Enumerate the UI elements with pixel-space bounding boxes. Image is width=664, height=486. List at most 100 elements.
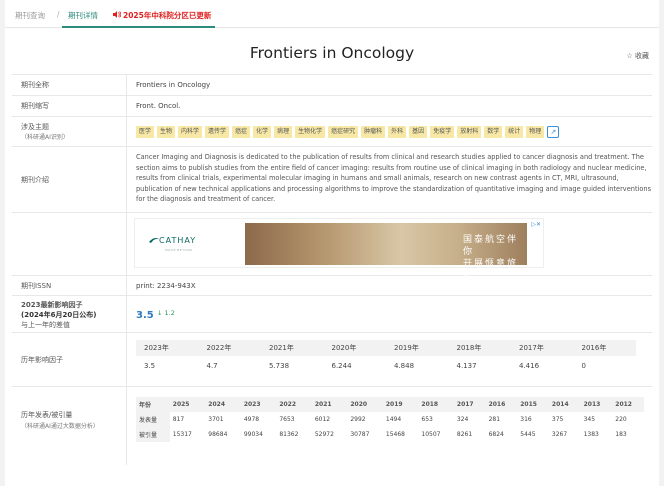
row-impact-factor: 2023最新影响因子 (2024年6月20日公布) 与上一年的差值 3.5 ↓ …: [12, 296, 652, 333]
pubs-header-cell: 2021: [311, 397, 348, 412]
topic-tag[interactable]: 遗传学: [205, 126, 230, 138]
published-cell: 6012: [314, 416, 331, 423]
published-cell: 4978: [243, 416, 260, 423]
pubs-header-cell: 2016: [485, 397, 518, 412]
published-cell: 653: [421, 416, 433, 423]
topic-tag[interactable]: 数学: [484, 126, 503, 138]
topic-tag[interactable]: 统计: [505, 126, 524, 138]
pubs-header-cell: 2015: [517, 397, 549, 412]
row-full-name: 期刊全称 Frontiers in Oncology: [12, 75, 652, 96]
published-cell: 1494: [385, 416, 402, 423]
ad-slogan: 国泰航空伴你 开展愜意旅程: [463, 235, 519, 281]
full-name-value: Frontiers in Oncology: [136, 81, 211, 89]
publications-table: 年份 2025 2024 2023 2022 2021 2020 2019 2018 2017 20…: [136, 397, 644, 442]
row-issn: 期刊ISSN print: 2234-943X: [12, 276, 652, 296]
cited-cell: 1383: [583, 431, 599, 438]
pubs-header-cell: 2014: [548, 397, 581, 412]
cited-cell: 99034: [243, 431, 263, 438]
collect-button[interactable]: ☆ 收藏: [626, 51, 649, 61]
notice-link[interactable]: 2025年中科院分区已更新: [113, 10, 211, 21]
topic-tag[interactable]: 放射科: [457, 126, 482, 138]
ad-image: 国泰航空伴你 开展愜意旅程: [245, 223, 527, 281]
pubs-header-cell: 2017: [453, 397, 486, 412]
history-if-label: 历年影响因子: [21, 356, 63, 364]
breadcrumb-tabs: 期刊查询 / 期刊详情 2025年中科院分区已更新: [5, 0, 659, 28]
published-cell: 7653: [279, 416, 295, 423]
cited-cell: 81362: [279, 431, 299, 438]
page: 期刊查询 / 期刊详情 2025年中科院分区已更新 Frontiers in O…: [5, 0, 659, 486]
impact-value: 3.5: [136, 310, 154, 321]
topic-tag[interactable]: 生物: [157, 126, 176, 138]
cited-cell: 15317: [172, 431, 192, 438]
published-cell: 220: [615, 416, 627, 423]
topic-tag[interactable]: 病理: [274, 126, 293, 138]
if-year-cell: 2020年: [323, 340, 386, 356]
history-if-table: 2023年 2022年 2021年 2020年 2019年 2018年 2017年 2016年…: [136, 340, 636, 376]
row-history-if: 历年影响因子 2023年 2022年 2021年 2020年 2019年 2018年 201…: [12, 333, 652, 387]
cited-cell: 15468: [385, 431, 405, 438]
pubs-header-cell: 2022: [276, 397, 312, 412]
cited-cell: 10507: [421, 431, 441, 438]
pubs-header-cell: 2020: [347, 397, 383, 412]
published-label: 发表量: [136, 412, 170, 427]
tab-journal-search[interactable]: 期刊查询: [15, 10, 45, 21]
if-value-cell: 4.416: [519, 362, 540, 370]
topic-tag[interactable]: 肿瘤科: [361, 126, 386, 138]
ad-banner[interactable]: CATHAY MOVE BEYOND 国泰航空伴你 开展愜意旅程 ▷✕: [134, 218, 544, 281]
topic-tag[interactable]: 内科学: [178, 126, 203, 138]
if-year-cell: 2022年: [198, 340, 261, 356]
topic-tag[interactable]: 物理: [526, 126, 545, 138]
topics-sublabel: （科研通AI识别）: [21, 134, 69, 141]
topic-tag[interactable]: 免疫学: [430, 126, 455, 138]
pubs-sublabel: （科研通AI通过大数据分析）: [21, 423, 99, 430]
abbr-value: Front. Oncol.: [136, 102, 181, 110]
cited-cell: 6824: [488, 431, 504, 438]
breadcrumb-separator: /: [57, 10, 60, 19]
cathay-logo-icon: [149, 238, 159, 243]
topic-tags: 医学 生物 内科学 遗传学 癌症 化学 病理 生物化学 癌症研究 肿瘤科 外科 基因 免疫学 放射科 数学统…: [127, 117, 652, 138]
published-cell: 2992: [350, 416, 366, 423]
pubs-header-cell: 2018: [418, 397, 454, 412]
journal-info-table: 期刊全称 Frontiers in Oncology 期刊缩写 Front. O…: [12, 74, 652, 465]
cited-cell: 30787: [350, 431, 370, 438]
topic-tag[interactable]: 基因: [409, 126, 428, 138]
impact-delta: ↓ 1.2: [157, 309, 175, 317]
external-link-icon[interactable]: ↗: [547, 126, 560, 138]
topic-tag[interactable]: 医学: [136, 126, 155, 138]
if-year-cell: 2023年: [136, 340, 199, 356]
pubs-header-cell: 2012: [612, 397, 644, 412]
topic-tag[interactable]: 癌症研究: [328, 126, 359, 138]
published-cell: 345: [583, 416, 596, 423]
if-value-cell: 4.137: [456, 362, 477, 370]
topic-tag[interactable]: 化学: [253, 126, 272, 138]
published-cell: 316: [520, 416, 532, 423]
published-cell: 281: [488, 416, 501, 423]
impact-label: 2023最新影响因子: [21, 301, 83, 309]
issn-label: 期刊ISSN: [21, 282, 52, 290]
if-value-cell: 0: [581, 362, 586, 370]
cited-cell: 8261: [456, 431, 473, 438]
if-value-cell: 3.5: [144, 362, 156, 370]
row-intro: 期刊介绍 Cancer Imaging and Diagnosis is ded…: [12, 147, 652, 213]
ad-brand: CATHAY: [159, 236, 197, 245]
published-cell: 3701: [208, 416, 224, 423]
collect-label: 收藏: [635, 52, 649, 60]
pubs-header-cell: 2024: [205, 397, 241, 412]
topics-label: 涉及主题: [21, 123, 49, 131]
if-year-cell: 2016年: [573, 340, 636, 356]
ad-brand-sub: MOVE BEYOND: [165, 248, 193, 252]
if-year-cell: 2018年: [448, 340, 511, 356]
abbr-label: 期刊缩写: [21, 102, 49, 110]
ad-close-icon[interactable]: ▷✕: [531, 221, 541, 228]
tab-journal-detail[interactable]: 期刊详情: [68, 10, 98, 21]
topic-tag[interactable]: 外科: [388, 126, 407, 138]
if-value-cell: 5.738: [269, 362, 290, 370]
if-value-cell: 4.7: [206, 362, 218, 370]
topic-tag[interactable]: 生物化学: [295, 126, 326, 138]
pubs-header-cell: 2023: [240, 397, 277, 412]
topic-tag[interactable]: 癌症: [232, 126, 251, 138]
pubs-header-cell: 2013: [580, 397, 613, 412]
published-cell: 324: [456, 416, 469, 423]
intro-text: Cancer Imaging and Diagnosis is dedicate…: [136, 153, 652, 203]
cited-cell: 3267: [551, 431, 568, 438]
